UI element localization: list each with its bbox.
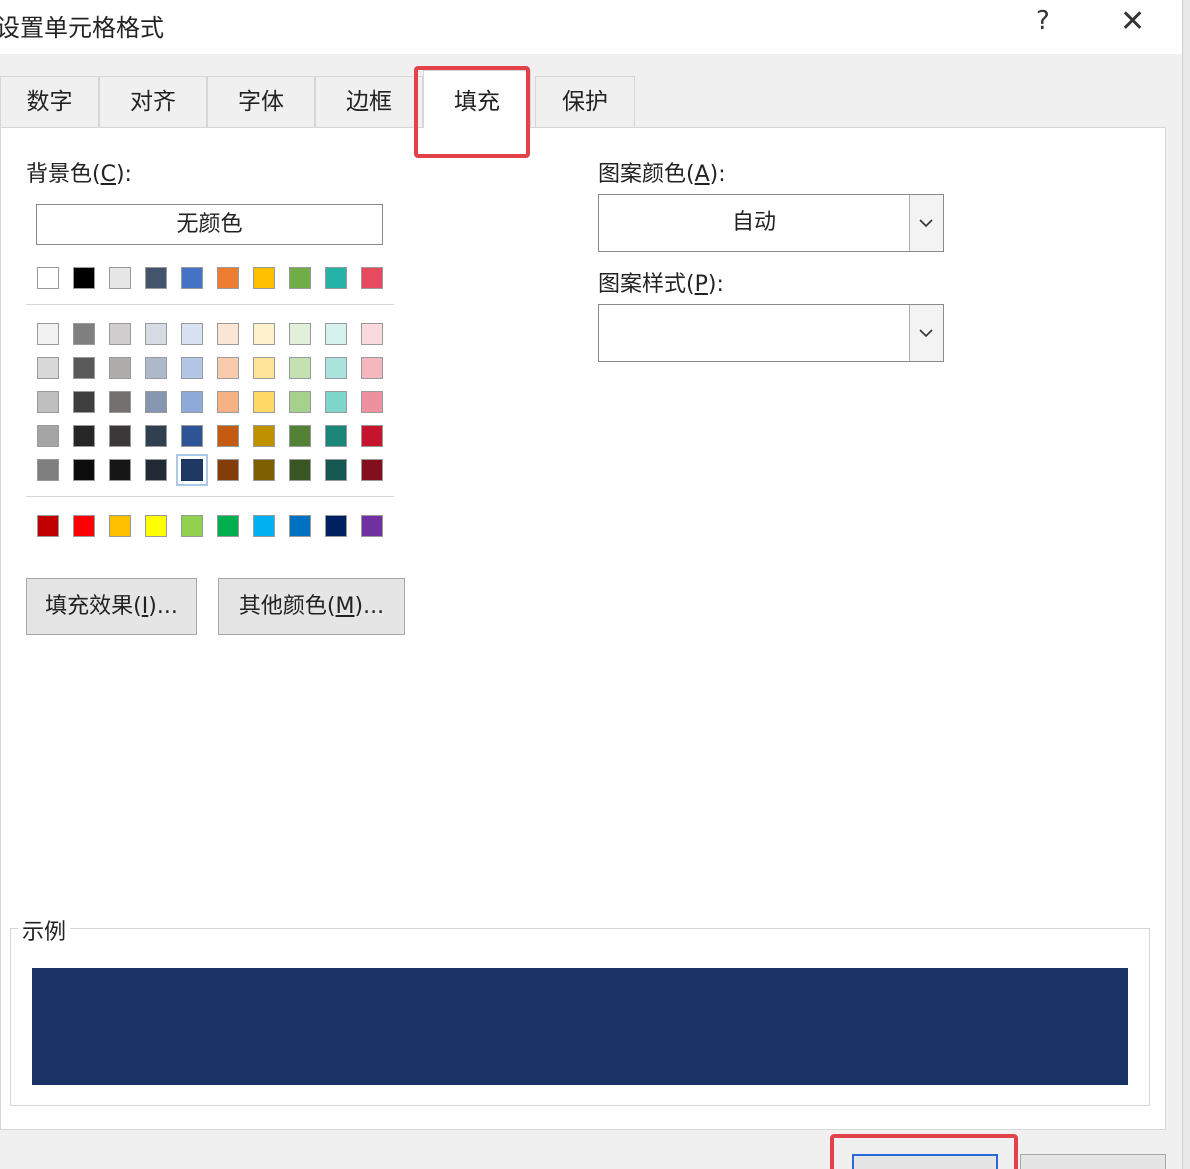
color-swatch[interactable] [37, 357, 59, 379]
pattern-style-select[interactable] [598, 304, 944, 362]
cancel-button[interactable] [1020, 1154, 1166, 1169]
color-swatch[interactable] [325, 323, 347, 345]
pattern-style-label: 图案样式(P): [598, 272, 724, 297]
color-swatch[interactable] [37, 515, 59, 537]
color-swatch[interactable] [109, 459, 131, 481]
color-swatch[interactable] [37, 459, 59, 481]
background-sheet-edge [1182, 0, 1190, 1169]
color-swatch[interactable] [289, 515, 311, 537]
color-swatch[interactable] [73, 459, 95, 481]
color-swatch[interactable] [145, 357, 167, 379]
no-color-button[interactable]: 无颜色 [36, 204, 383, 245]
color-swatch[interactable] [109, 267, 131, 289]
color-swatch[interactable] [289, 267, 311, 289]
color-swatch[interactable] [361, 267, 383, 289]
color-swatch[interactable] [361, 357, 383, 379]
color-swatch[interactable] [325, 391, 347, 413]
color-swatch[interactable] [37, 425, 59, 447]
color-swatch[interactable] [109, 323, 131, 345]
color-swatch[interactable] [325, 459, 347, 481]
color-swatch[interactable] [325, 515, 347, 537]
color-swatch[interactable] [217, 391, 239, 413]
pattern-style-value [599, 305, 909, 361]
tab-number[interactable]: 数字 [0, 76, 99, 127]
color-swatch[interactable] [253, 357, 275, 379]
color-swatch[interactable] [181, 323, 203, 345]
color-swatch[interactable] [73, 323, 95, 345]
pattern-color-select[interactable]: 自动 [598, 194, 944, 252]
color-swatch[interactable] [289, 459, 311, 481]
color-swatch[interactable] [289, 425, 311, 447]
sample-label: 示例 [18, 914, 71, 946]
color-swatch[interactable] [217, 515, 239, 537]
color-swatch[interactable] [109, 515, 131, 537]
color-swatch[interactable] [181, 267, 203, 289]
color-swatch[interactable] [217, 459, 239, 481]
color-swatch[interactable] [109, 391, 131, 413]
help-button[interactable]: ? [1036, 6, 1050, 36]
color-swatch[interactable] [253, 267, 275, 289]
tab-font[interactable]: 字体 [207, 76, 315, 127]
color-swatch[interactable] [289, 323, 311, 345]
color-swatch[interactable] [217, 357, 239, 379]
palette-divider [26, 496, 394, 497]
color-swatch[interactable] [361, 391, 383, 413]
color-swatch[interactable] [145, 425, 167, 447]
color-swatch[interactable] [37, 391, 59, 413]
color-swatch[interactable] [73, 391, 95, 413]
tab-protection[interactable]: 保护 [535, 76, 635, 127]
color-swatch[interactable] [73, 515, 95, 537]
pattern-color-label: 图案颜色(A): [598, 162, 726, 187]
color-swatch[interactable] [361, 515, 383, 537]
color-swatch[interactable] [176, 454, 208, 486]
tab-border[interactable]: 边框 [315, 76, 423, 127]
ok-button[interactable] [852, 1154, 998, 1169]
color-swatch[interactable] [361, 425, 383, 447]
color-swatch[interactable] [253, 323, 275, 345]
color-swatch[interactable] [145, 391, 167, 413]
color-swatch[interactable] [109, 357, 131, 379]
title-bar: 设置单元格格式 ? ✕ [0, 0, 1190, 54]
fill-effects-button[interactable]: 填充效果(I)... [26, 578, 197, 635]
color-swatch[interactable] [289, 357, 311, 379]
more-colors-button[interactable]: 其他颜色(M)... [218, 578, 405, 635]
color-swatch[interactable] [145, 515, 167, 537]
palette-divider [26, 304, 394, 305]
color-swatch[interactable] [109, 425, 131, 447]
color-swatch[interactable] [145, 459, 167, 481]
color-swatch[interactable] [253, 515, 275, 537]
color-swatch[interactable] [145, 323, 167, 345]
color-swatch[interactable] [325, 267, 347, 289]
chevron-down-icon[interactable] [909, 195, 943, 251]
close-button[interactable]: ✕ [1120, 4, 1145, 39]
color-swatch[interactable] [217, 425, 239, 447]
color-swatch[interactable] [73, 267, 95, 289]
dialog-title: 设置单元格格式 [0, 14, 164, 42]
color-swatch[interactable] [217, 267, 239, 289]
color-swatch[interactable] [253, 425, 275, 447]
color-swatch[interactable] [217, 323, 239, 345]
color-swatch[interactable] [253, 459, 275, 481]
color-swatch[interactable] [253, 391, 275, 413]
color-swatch[interactable] [145, 267, 167, 289]
color-swatch[interactable] [361, 323, 383, 345]
background-color-label: 背景色(C): [26, 162, 132, 187]
sample-preview [32, 968, 1128, 1085]
pattern-color-value: 自动 [731, 210, 776, 235]
color-swatch[interactable] [181, 515, 203, 537]
color-swatch[interactable] [73, 425, 95, 447]
color-swatch[interactable] [73, 357, 95, 379]
color-swatch[interactable] [181, 425, 203, 447]
color-swatch[interactable] [325, 425, 347, 447]
tab-fill[interactable]: 填充 [423, 70, 531, 128]
color-swatch[interactable] [361, 459, 383, 481]
color-swatch[interactable] [181, 357, 203, 379]
tab-alignment[interactable]: 对齐 [99, 76, 207, 127]
color-swatch[interactable] [325, 357, 347, 379]
color-swatch[interactable] [37, 267, 59, 289]
color-swatch[interactable] [181, 391, 203, 413]
color-swatch[interactable] [37, 323, 59, 345]
color-swatch[interactable] [289, 391, 311, 413]
chevron-down-icon[interactable] [909, 305, 943, 361]
